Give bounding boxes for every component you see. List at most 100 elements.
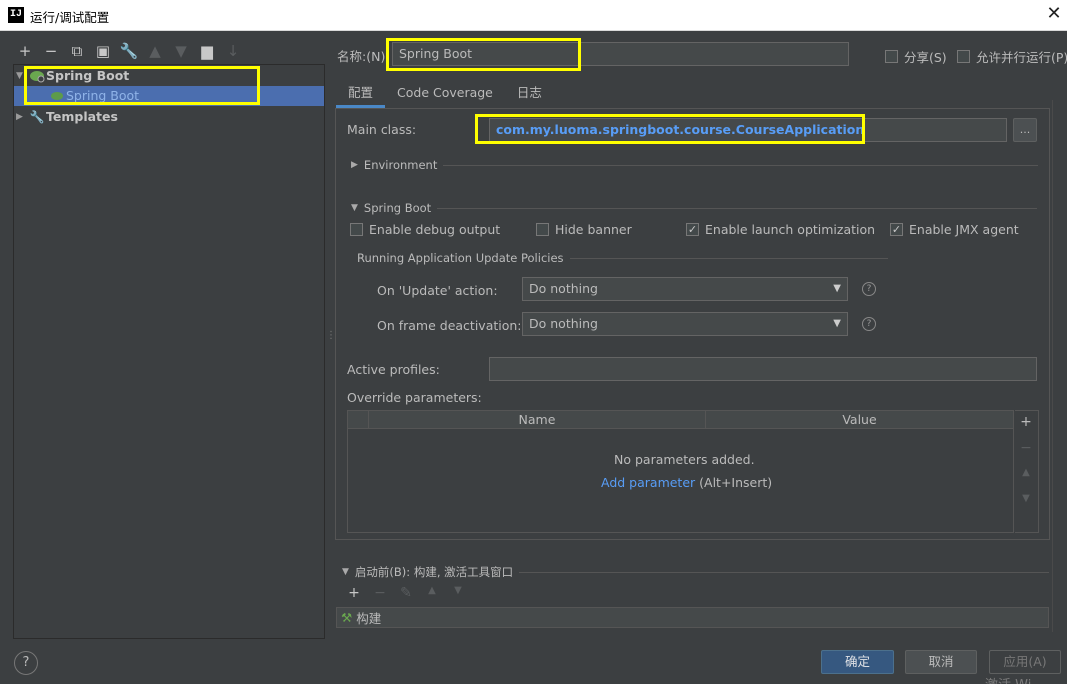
highlight-box — [475, 114, 865, 144]
chevron-down-icon: ▼ — [833, 283, 841, 294]
update-policies-section: Running Application Update Policies — [357, 251, 888, 265]
on-update-label: On 'Update' action: — [377, 283, 498, 298]
tab-code-coverage[interactable]: Code Coverage — [385, 80, 505, 108]
update-policies-title: Running Application Update Policies — [357, 251, 564, 265]
highlight-box — [386, 38, 581, 71]
column-name[interactable]: Name — [368, 411, 705, 429]
help-icon[interactable]: ? — [862, 317, 876, 331]
parallel-label: 允许并行运行(P) — [976, 50, 1067, 65]
tab-logs[interactable]: 日志 — [505, 80, 554, 108]
tree-templates-label: Templates — [46, 109, 118, 124]
override-label: Override parameters: — [347, 390, 482, 405]
remove-icon[interactable]: − — [1015, 440, 1037, 456]
environment-section[interactable]: ▶ Environment — [351, 158, 1039, 172]
help-icon[interactable]: ? — [14, 651, 38, 675]
wrench-icon[interactable]: 🔧 — [118, 42, 140, 60]
environment-label: Environment — [363, 158, 438, 172]
config-tree: ▼ Spring Boot Spring Boot ▶ 🔧 Templates — [13, 64, 325, 639]
jmx-agent-label: Enable JMX agent — [909, 222, 1019, 237]
share-checkbox[interactable]: 分享(S) — [885, 47, 947, 66]
main-class-label: Main class: — [347, 122, 417, 137]
scrollbar[interactable] — [1052, 100, 1062, 632]
on-frame-label: On frame deactivation: — [377, 318, 522, 333]
divider — [569, 257, 888, 259]
checkmark-icon[interactable]: ✓ — [686, 223, 699, 236]
save-icon[interactable]: ▣ — [92, 42, 114, 60]
ok-button[interactable]: 确定 — [821, 650, 894, 674]
checkmark-icon[interactable]: ✓ — [890, 223, 903, 236]
collapse-arrow-icon[interactable]: ▶ — [16, 107, 28, 127]
remove-icon[interactable]: − — [369, 585, 391, 601]
spring-boot-section-label: Spring Boot — [363, 201, 432, 215]
on-update-value: Do nothing — [529, 281, 598, 296]
share-label: 分享(S) — [904, 50, 947, 65]
config-toolbar: + − ⧉ ▣ 🔧 ▲ ▼ ▆ ↓ — [14, 42, 244, 60]
add-icon[interactable]: + — [343, 585, 365, 601]
add-parameter-row: Add parameter (Alt+Insert) — [601, 475, 772, 490]
wrench-icon: 🔧 — [29, 110, 45, 124]
launch-optimization-checkbox[interactable]: ✓ Enable launch optimization — [686, 222, 875, 237]
activation-watermark: 激活 Wi — [985, 674, 1031, 684]
collapse-arrow-icon[interactable]: ▼ — [342, 567, 349, 577]
table-toolbar: + − ▲ ▼ — [1015, 410, 1039, 533]
on-frame-value: Do nothing — [529, 316, 598, 331]
expand-arrow-icon[interactable]: ▶ — [351, 160, 358, 170]
hide-banner-box[interactable] — [536, 223, 549, 236]
browse-button[interactable]: ... — [1013, 118, 1037, 142]
collapse-arrow-icon[interactable]: ▼ — [351, 203, 358, 213]
chevron-down-icon: ▼ — [833, 318, 841, 329]
table-header: Name Value — [348, 411, 1013, 429]
before-launch-label: 启动前(B): 构建, 激活工具窗口 — [354, 565, 514, 579]
tab-config[interactable]: 配置 — [336, 80, 386, 108]
pencil-icon[interactable]: ✎ — [395, 585, 417, 601]
debug-output-box[interactable] — [350, 223, 363, 236]
on-update-select[interactable]: Do nothing ▼ — [522, 277, 848, 301]
add-parameter-link[interactable]: Add parameter — [601, 475, 695, 490]
parallel-checkbox[interactable]: 允许并行运行(P) — [957, 47, 1067, 66]
active-profiles-label: Active profiles: — [347, 362, 440, 377]
highlight-box — [24, 66, 260, 105]
column-value[interactable]: Value — [705, 411, 1013, 429]
remove-icon[interactable]: − — [40, 42, 62, 60]
empty-text: No parameters added. — [614, 452, 755, 467]
build-item-label: 构建 — [356, 611, 382, 626]
before-launch-toolbar: + − ✎ ▲ ▼ — [343, 585, 469, 601]
sort-icon[interactable]: ↓ — [222, 42, 244, 60]
divider — [443, 164, 1039, 166]
add-parameter-shortcut: (Alt+Insert) — [699, 475, 773, 490]
debug-output-checkbox[interactable]: Enable debug output — [350, 222, 500, 237]
hide-banner-label: Hide banner — [555, 222, 632, 237]
move-down-icon[interactable]: ▼ — [1015, 493, 1037, 504]
move-up-icon[interactable]: ▲ — [1015, 467, 1037, 478]
before-launch-item[interactable]: ⚒ 构建 — [336, 607, 1049, 628]
help-icon[interactable]: ? — [862, 282, 876, 296]
on-frame-select[interactable]: Do nothing ▼ — [522, 312, 848, 336]
name-label: 名称:(N) — [337, 49, 386, 64]
move-up-icon[interactable]: ▲ — [421, 585, 443, 601]
tree-group-templates[interactable]: ▶ 🔧 Templates — [16, 107, 118, 127]
hammer-icon: ⚒ — [341, 610, 353, 625]
divider — [519, 571, 1050, 573]
move-down-icon[interactable]: ▼ — [170, 42, 192, 60]
hide-banner-checkbox[interactable]: Hide banner — [536, 222, 632, 237]
move-up-icon[interactable]: ▲ — [144, 42, 166, 60]
copy-icon[interactable]: ⧉ — [66, 42, 88, 60]
splitter-handle[interactable]: ⋮ — [326, 330, 336, 346]
jmx-agent-checkbox[interactable]: ✓ Enable JMX agent — [890, 222, 1019, 237]
folder-icon[interactable]: ▆ — [196, 42, 218, 60]
intellij-icon: IJ — [8, 7, 24, 23]
debug-output-label: Enable debug output — [369, 222, 501, 237]
cancel-button[interactable]: 取消 — [905, 650, 977, 674]
apply-button[interactable]: 应用(A) — [989, 650, 1061, 674]
spring-boot-section[interactable]: ▼ Spring Boot — [351, 201, 1038, 215]
add-icon[interactable]: + — [1015, 414, 1037, 430]
close-icon[interactable]: ✕ — [1043, 3, 1065, 25]
add-icon[interactable]: + — [14, 42, 36, 60]
before-launch-section[interactable]: ▼ 启动前(B): 构建, 激活工具窗口 — [342, 564, 1050, 580]
move-down-icon[interactable]: ▼ — [447, 585, 469, 601]
active-profiles-field[interactable] — [489, 357, 1037, 381]
share-box[interactable] — [885, 50, 898, 63]
launch-optimization-label: Enable launch optimization — [705, 222, 876, 237]
window-title: 运行/调试配置 — [30, 10, 110, 25]
parallel-box[interactable] — [957, 50, 970, 63]
